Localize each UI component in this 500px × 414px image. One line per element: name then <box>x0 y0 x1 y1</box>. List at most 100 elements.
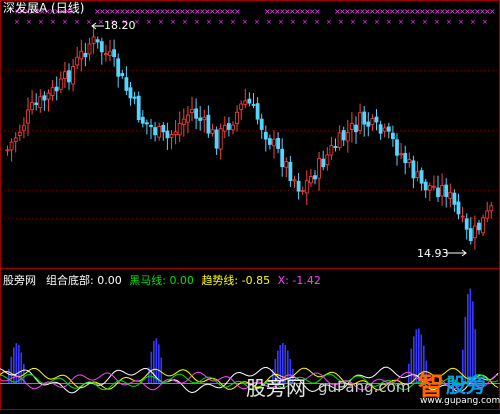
candle-body <box>108 51 112 56</box>
signal-marker: × <box>62 18 68 26</box>
watermark-domain: guPang.com <box>318 378 411 396</box>
signal-marker: × <box>362 18 368 26</box>
indicator-bar <box>160 357 163 383</box>
candle-body <box>460 215 465 218</box>
indicator-bar <box>158 344 160 383</box>
candle-body <box>149 124 153 128</box>
signal-marker: × <box>326 18 332 26</box>
candle-body <box>481 217 486 234</box>
candlestick-series[interactable] <box>5 27 494 250</box>
candle-body <box>26 109 30 124</box>
signal-marker: × <box>290 18 296 26</box>
candle-body <box>95 39 100 43</box>
candle-body <box>173 131 178 135</box>
signal-marker: × <box>314 7 321 16</box>
signal-marker: × <box>422 18 428 26</box>
signal-marker: × <box>470 18 476 26</box>
candle-body <box>136 95 141 121</box>
signal-marker: × <box>482 18 488 26</box>
candle-body <box>288 161 293 181</box>
candle-body <box>210 129 215 134</box>
candle-body <box>132 96 137 99</box>
candle-body <box>333 146 338 148</box>
signal-marker: × <box>230 18 236 26</box>
candle-body <box>243 100 248 105</box>
candle-body <box>104 53 108 56</box>
candle-body <box>415 171 420 179</box>
signal-marker: × <box>374 18 380 26</box>
price-grid <box>0 70 500 219</box>
candle-body <box>427 185 432 191</box>
candle-body <box>177 123 182 136</box>
candle-body <box>386 126 391 132</box>
candle-body <box>13 137 18 143</box>
candle-body <box>390 132 395 140</box>
candle-body <box>395 139 399 156</box>
watermark-url: www.gupang.com <box>420 396 500 406</box>
signal-marker: × <box>170 18 176 26</box>
candle-body <box>280 148 285 168</box>
candle-body <box>190 109 194 113</box>
candle-body <box>42 95 47 101</box>
candle-body <box>226 123 231 130</box>
signal-marker: × <box>410 18 416 26</box>
candle-body <box>284 161 289 168</box>
signal-marker: × <box>206 18 212 26</box>
signal-marker: × <box>194 18 200 26</box>
candle-body <box>83 52 88 58</box>
candle-body <box>54 86 59 92</box>
chart-title: 深发展A (日线) <box>3 1 85 15</box>
candle-body <box>58 78 63 90</box>
signal-marker: × <box>146 18 152 26</box>
indicator-bar <box>8 369 10 383</box>
candle-body <box>419 170 424 184</box>
signal-marker: × <box>446 18 452 26</box>
candle-body <box>38 96 43 108</box>
signal-marker: × <box>38 18 44 26</box>
candle-body <box>308 176 313 184</box>
candle-body <box>116 58 121 77</box>
candle-body <box>448 191 453 199</box>
candle-body <box>423 181 428 191</box>
signal-marker: × <box>50 18 56 26</box>
candle-body <box>124 77 129 91</box>
candle-body <box>378 124 383 134</box>
candle-body <box>157 126 162 138</box>
candle-body <box>128 87 133 99</box>
candle-body <box>382 127 387 132</box>
signal-marker: × <box>234 7 241 16</box>
candle-body <box>444 184 449 197</box>
candle-body <box>358 112 363 132</box>
candle-body <box>251 104 256 106</box>
signal-marker: × <box>218 18 224 26</box>
signal-marker: × <box>254 18 260 26</box>
candle-body <box>313 175 317 180</box>
low-price-label: 14.93 <box>417 247 449 260</box>
high-price-label: 18.20 <box>104 19 136 32</box>
candle-body <box>366 121 371 127</box>
signal-marker: × <box>74 18 80 26</box>
candle-body <box>21 125 26 131</box>
candle-body <box>292 179 297 182</box>
candle-body <box>99 41 104 53</box>
candle-body <box>46 92 51 100</box>
candle-body <box>194 108 199 119</box>
candle-body <box>329 145 334 156</box>
signal-marker: × <box>158 18 164 26</box>
candle-body <box>206 114 211 134</box>
legend-value-darkhorse: 0.00 <box>169 274 194 287</box>
signal-marker: × <box>434 18 440 26</box>
candle-body <box>185 114 190 123</box>
candle-body <box>296 180 301 192</box>
candle-body <box>161 124 166 133</box>
candle-body <box>5 149 10 152</box>
signal-marker: × <box>350 18 356 26</box>
signal-marker: × <box>182 18 188 26</box>
chart-canvas[interactable]: ×××××××××××× ××××××××××××××××××××××××××××… <box>0 0 500 410</box>
candle-body <box>354 124 358 133</box>
candle-body <box>91 36 96 44</box>
candle-body <box>259 118 264 130</box>
candle-body <box>165 130 170 139</box>
legend-value-x: -1.42 <box>292 274 321 287</box>
candle-body <box>399 153 404 156</box>
